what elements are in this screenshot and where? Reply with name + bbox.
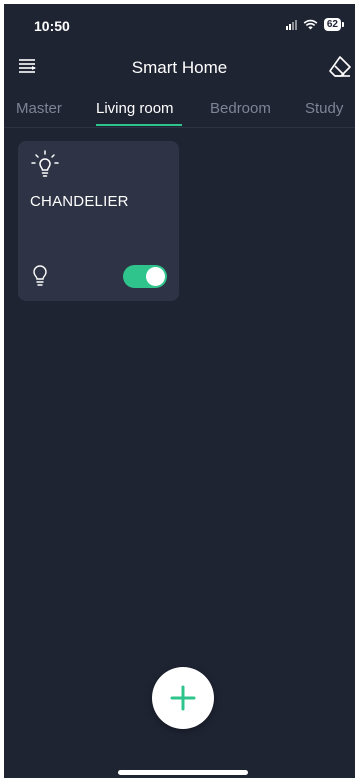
tab-living-room[interactable]: Living room [96,100,174,117]
status-time: 10:50 [34,18,70,34]
device-name: CHANDELIER [30,193,129,210]
device-card-chandelier[interactable]: CHANDELIER [18,141,179,301]
app-screen: 10:50 62 Smart Home Master Living room B… [4,4,355,778]
status-bar: 10:50 62 [4,4,355,44]
signal-icon [285,19,297,30]
add-device-button[interactable] [152,667,214,729]
header: Smart Home [4,44,355,88]
toggle-knob [146,267,165,286]
tab-master[interactable]: Master [16,100,62,117]
page-title: Smart Home [131,58,228,77]
home-indicator[interactable] [118,770,248,775]
status-indicators: 62 [285,18,345,31]
power-toggle[interactable] [123,265,167,288]
room-tabs: Master Living room Bedroom Study [4,90,355,128]
bulb-rays-icon [31,150,59,177]
plus-icon [170,685,196,711]
tab-bedroom[interactable]: Bedroom [210,100,271,117]
active-tab-indicator [96,124,182,126]
bulb-icon [33,265,47,286]
wifi-icon [303,19,318,30]
eraser-icon[interactable] [327,54,353,80]
tab-study[interactable]: Study [305,100,343,117]
battery-indicator: 62 [323,18,345,31]
